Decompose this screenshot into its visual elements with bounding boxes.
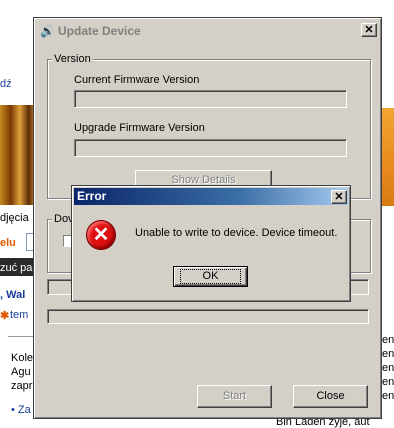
bg-photo-left <box>0 105 36 205</box>
close-window-button[interactable]: ✕ <box>361 23 377 37</box>
error-message: Unable to write to device. Device timeou… <box>135 227 338 239</box>
bg-text-fragment: en <box>382 376 394 388</box>
bg-text-fragment: elu <box>0 237 16 249</box>
error-title: Error <box>77 189 107 203</box>
bg-text-fragment: zuć pa <box>0 262 33 274</box>
version-group-label: Version <box>52 53 93 65</box>
bg-text-fragment: en <box>382 348 394 360</box>
window-title: Update Device <box>58 23 141 38</box>
bg-divider <box>8 336 36 349</box>
bg-text-fragment: zapr <box>11 380 33 392</box>
bg-text-fragment: Agu <box>11 366 31 378</box>
bg-text-fragment: , Wal <box>0 289 26 301</box>
bg-text-fragment: en <box>382 362 394 374</box>
bg-text-fragment: en <box>382 334 394 346</box>
bg-star-icon: ✱ <box>0 310 10 322</box>
current-firmware-label: Current Firmware Version <box>74 74 200 86</box>
close-button[interactable]: Close <box>293 385 368 408</box>
bg-text-fragment: tem <box>10 309 29 321</box>
error-title-bar[interactable]: Error <box>74 188 348 205</box>
bg-text-fragment: • Za <box>11 404 31 416</box>
error-dialog: Error ✕ ✕ Unable to write to device. Dev… <box>71 185 351 302</box>
speaker-icon: 🔊 <box>40 23 55 38</box>
error-x-icon: ✕ <box>86 220 116 250</box>
bg-text-fragment: dź <box>0 78 12 90</box>
bg-text-fragment: Kole <box>11 352 34 364</box>
bg-text-fragment: djęcia <box>0 212 29 224</box>
start-button[interactable]: Start <box>197 385 272 408</box>
error-close-button[interactable]: ✕ <box>331 190 347 204</box>
progress-bar-2 <box>47 309 369 324</box>
upgrade-firmware-label: Upgrade Firmware Version <box>74 122 205 134</box>
close-icon: ✕ <box>364 24 374 36</box>
window-title-bar[interactable]: 🔊 Update Device <box>36 20 379 41</box>
ok-button-label: OK <box>179 269 242 284</box>
close-icon: ✕ <box>334 191 344 203</box>
upgrade-firmware-field[interactable] <box>74 139 347 157</box>
ok-button[interactable]: OK <box>173 266 248 287</box>
bg-text-fragment: en <box>382 390 394 402</box>
current-firmware-field[interactable] <box>74 90 347 108</box>
